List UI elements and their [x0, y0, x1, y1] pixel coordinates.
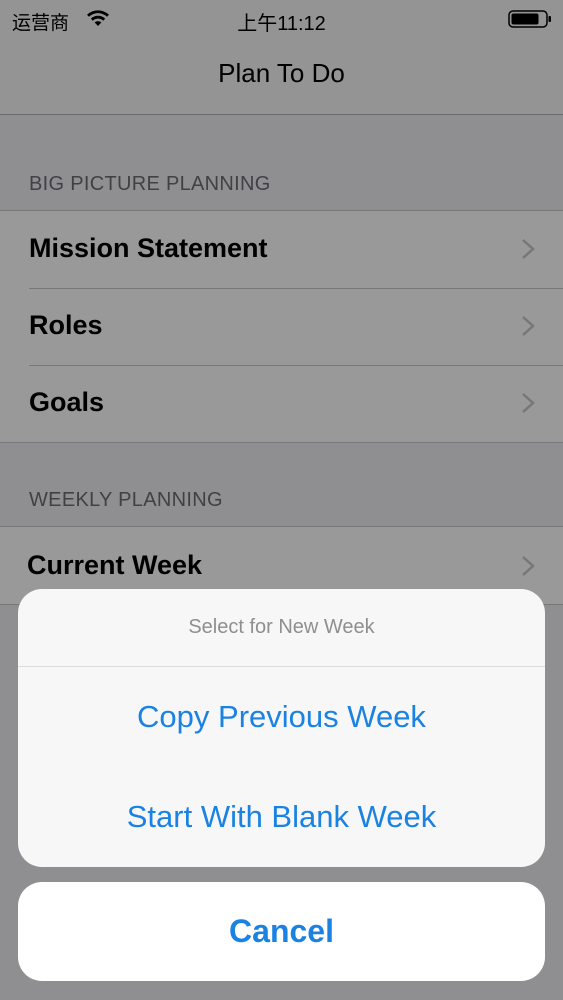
cancel-button[interactable]: Cancel — [18, 882, 545, 981]
action-sheet-title: Select for New Week — [18, 589, 545, 667]
start-blank-week-button[interactable]: Start With Blank Week — [18, 767, 545, 867]
action-sheet: Select for New Week Copy Previous Week S… — [18, 589, 545, 867]
copy-previous-week-button[interactable]: Copy Previous Week — [18, 667, 545, 767]
